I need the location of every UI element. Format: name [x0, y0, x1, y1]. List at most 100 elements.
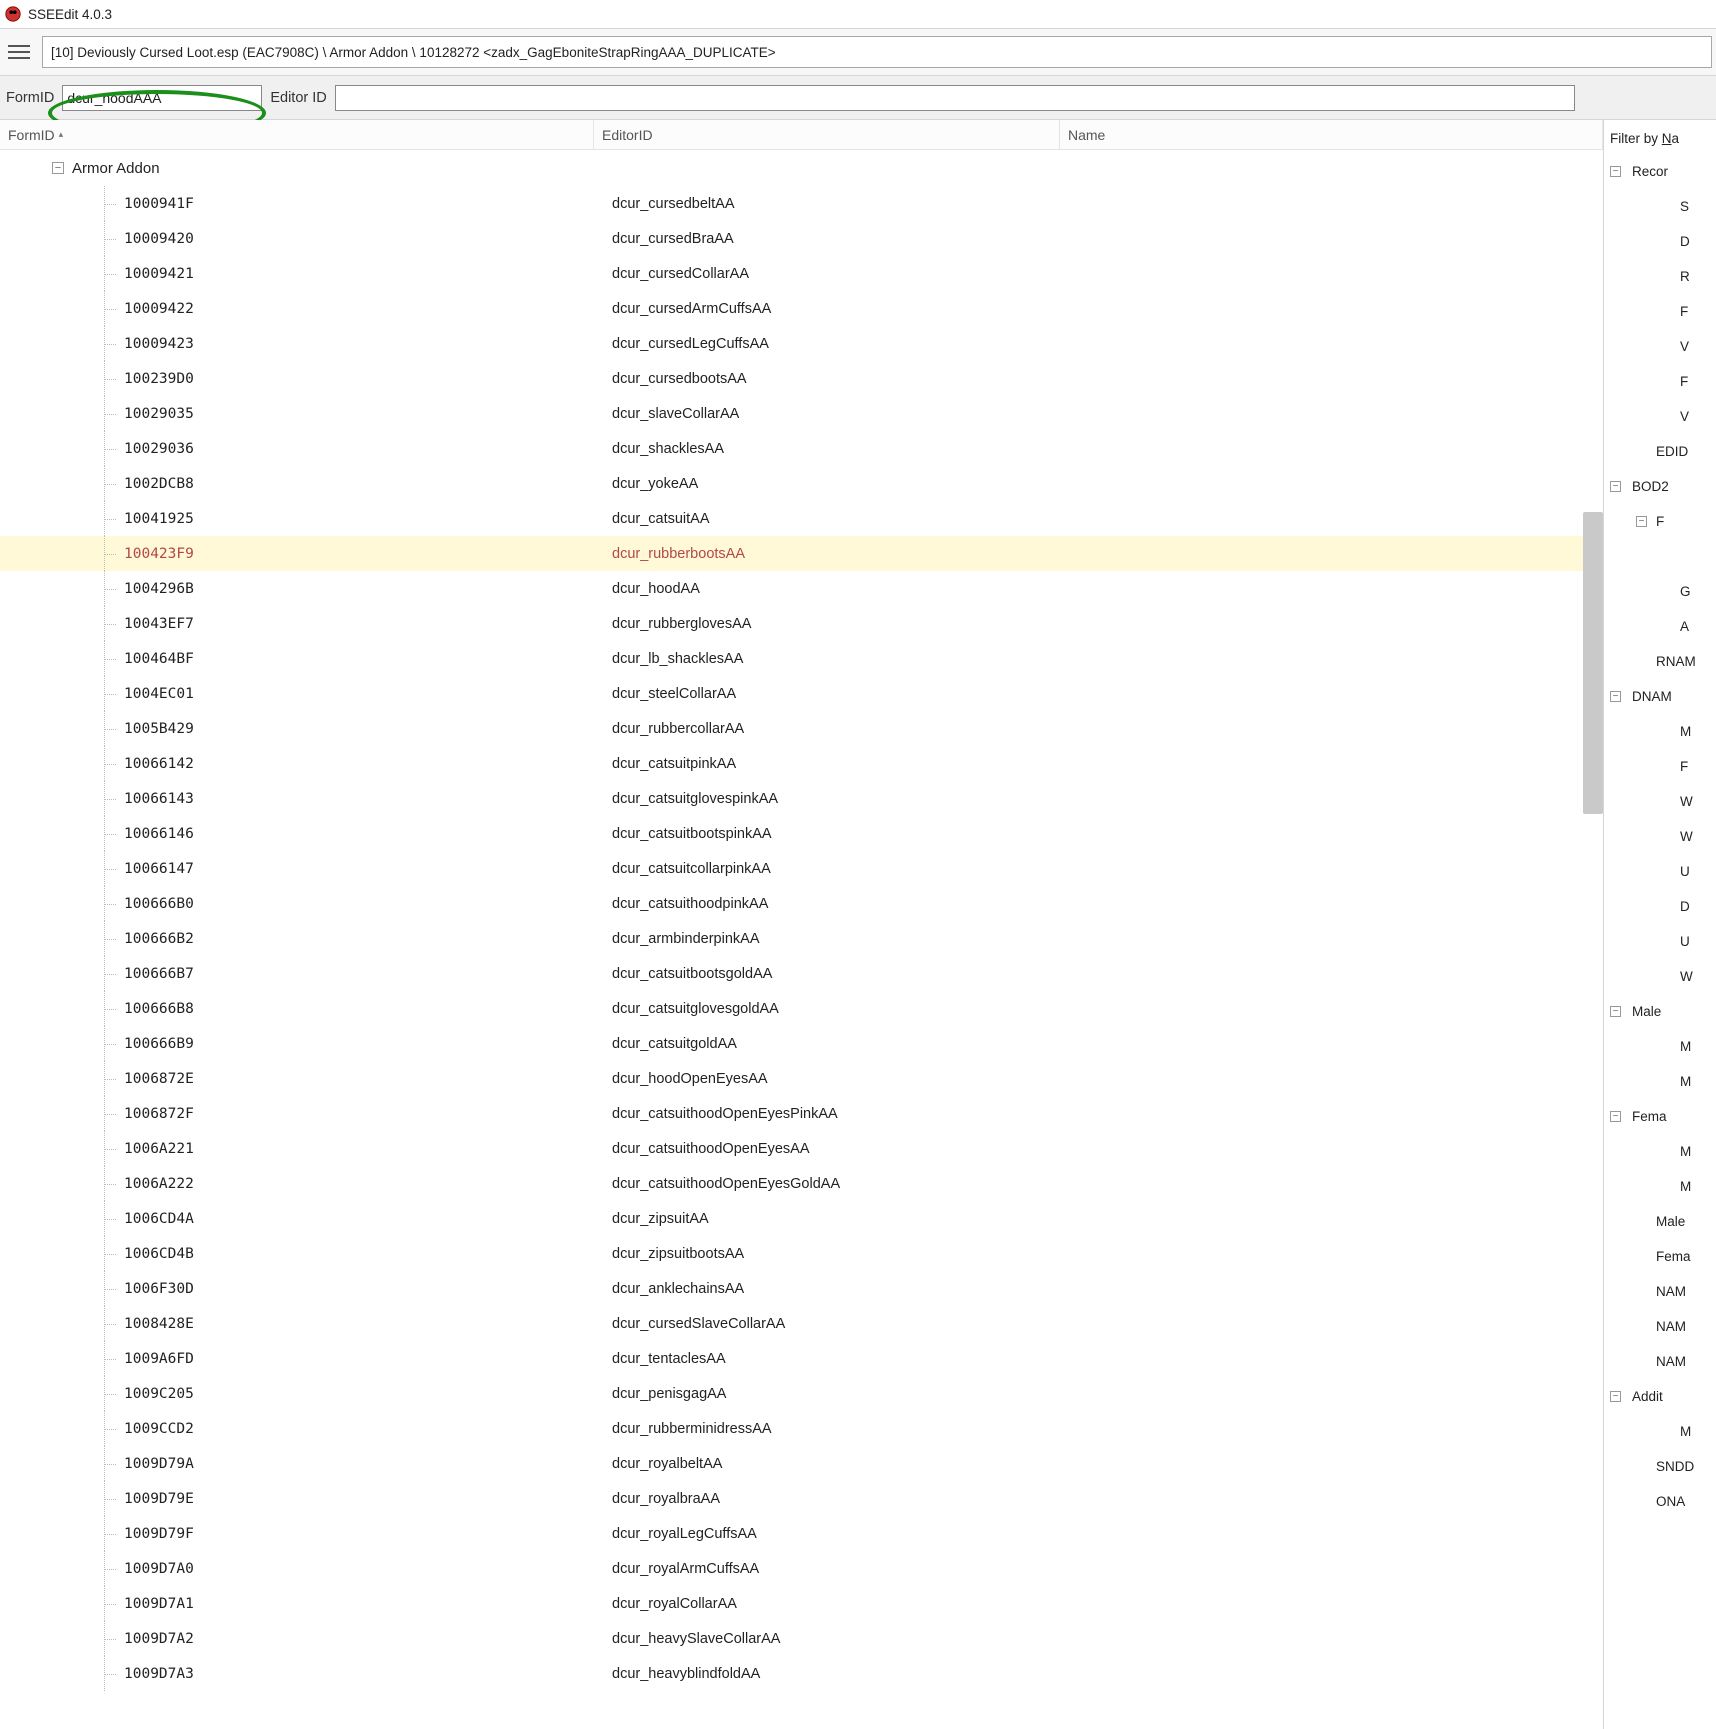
- record-row[interactable]: 100666B8dcur_catsuitglovesgoldAA: [0, 991, 1603, 1026]
- detail-node[interactable]: W: [1610, 959, 1716, 994]
- collapse-icon[interactable]: −: [1610, 1006, 1621, 1017]
- detail-node[interactable]: EDID: [1610, 434, 1716, 469]
- detail-node[interactable]: NAM: [1610, 1274, 1716, 1309]
- record-row[interactable]: 1006F30Ddcur_anklechainsAA: [0, 1271, 1603, 1306]
- record-row[interactable]: 100666B2dcur_armbinderpinkAA: [0, 921, 1603, 956]
- detail-node[interactable]: W: [1610, 784, 1716, 819]
- detail-node[interactable]: U: [1610, 854, 1716, 889]
- record-row[interactable]: 1006A222dcur_catsuithoodOpenEyesGoldAA: [0, 1166, 1603, 1201]
- detail-node[interactable]: Fema: [1610, 1239, 1716, 1274]
- detail-node[interactable]: A: [1610, 609, 1716, 644]
- detail-node[interactable]: W: [1610, 819, 1716, 854]
- detail-node[interactable]: D: [1610, 224, 1716, 259]
- record-row[interactable]: 1008428Edcur_cursedSlaveCollarAA: [0, 1306, 1603, 1341]
- record-row[interactable]: 1009D7A2dcur_heavySlaveCollarAA: [0, 1621, 1603, 1656]
- detail-node[interactable]: S: [1610, 189, 1716, 224]
- record-row[interactable]: 1009D7A0dcur_royalArmCuffsAA: [0, 1551, 1603, 1586]
- detail-node[interactable]: M: [1610, 1029, 1716, 1064]
- menu-button[interactable]: [4, 38, 34, 66]
- collapse-icon[interactable]: −: [1636, 516, 1647, 527]
- record-row[interactable]: 1006A221dcur_catsuithoodOpenEyesAA: [0, 1131, 1603, 1166]
- collapse-icon[interactable]: −: [1610, 481, 1621, 492]
- record-row[interactable]: 10043EF7dcur_rubberglovesAA: [0, 606, 1603, 641]
- scrollbar-thumb[interactable]: [1583, 512, 1603, 814]
- collapse-icon[interactable]: −: [52, 162, 64, 174]
- record-row[interactable]: 1009A6FDdcur_tentaclesAA: [0, 1341, 1603, 1376]
- record-row[interactable]: 100423F9dcur_rubberbootsAA: [0, 536, 1603, 571]
- record-row[interactable]: 10029036dcur_shacklesAA: [0, 431, 1603, 466]
- record-row[interactable]: 100239D0dcur_cursedbootsAA: [0, 361, 1603, 396]
- breadcrumb-path[interactable]: [10] Deviously Cursed Loot.esp (EAC7908C…: [42, 36, 1712, 68]
- record-row[interactable]: 10009421dcur_cursedCollarAA: [0, 256, 1603, 291]
- record-row[interactable]: 1009D7A1dcur_royalCollarAA: [0, 1586, 1603, 1621]
- record-row[interactable]: 1006CD4Bdcur_zipsuitbootsAA: [0, 1236, 1603, 1271]
- record-row[interactable]: 1006872Fdcur_catsuithoodOpenEyesPinkAA: [0, 1096, 1603, 1131]
- detail-node[interactable]: −DNAM: [1610, 679, 1716, 714]
- detail-node[interactable]: V: [1610, 329, 1716, 364]
- record-row[interactable]: 10009422dcur_cursedArmCuffsAA: [0, 291, 1603, 326]
- detail-node[interactable]: ONA: [1610, 1484, 1716, 1519]
- detail-node[interactable]: M: [1610, 1064, 1716, 1099]
- record-row[interactable]: 1004296Bdcur_hoodAA: [0, 571, 1603, 606]
- group-row[interactable]: − Armor Addon: [0, 150, 1603, 186]
- record-tree[interactable]: − Armor Addon 1000941Fdcur_cursedbeltAA1…: [0, 150, 1603, 1729]
- col-formid[interactable]: FormID: [0, 120, 594, 149]
- detail-node[interactable]: R: [1610, 259, 1716, 294]
- collapse-icon[interactable]: −: [1610, 1391, 1621, 1402]
- detail-node[interactable]: D: [1610, 889, 1716, 924]
- detail-node[interactable]: F: [1610, 364, 1716, 399]
- detail-node[interactable]: RNAM: [1610, 644, 1716, 679]
- record-row[interactable]: 1009D79Adcur_royalbeltAA: [0, 1446, 1603, 1481]
- record-row[interactable]: 1004EC01dcur_steelCollarAA: [0, 676, 1603, 711]
- detail-node[interactable]: M: [1610, 1134, 1716, 1169]
- record-row[interactable]: 1006872Edcur_hoodOpenEyesAA: [0, 1061, 1603, 1096]
- detail-node[interactable]: M: [1610, 1169, 1716, 1204]
- record-row[interactable]: 10066146dcur_catsuitbootspinkAA: [0, 816, 1603, 851]
- record-row[interactable]: 10066142dcur_catsuitpinkAA: [0, 746, 1603, 781]
- record-row[interactable]: 1009C205dcur_penisgagAA: [0, 1376, 1603, 1411]
- record-row[interactable]: 100666B7dcur_catsuitbootsgoldAA: [0, 956, 1603, 991]
- detail-node[interactable]: −BOD2: [1610, 469, 1716, 504]
- detail-node[interactable]: G: [1610, 574, 1716, 609]
- collapse-icon[interactable]: −: [1610, 166, 1621, 177]
- collapse-icon[interactable]: −: [1610, 691, 1621, 702]
- formid-input[interactable]: [62, 85, 262, 111]
- detail-node[interactable]: [1610, 539, 1716, 574]
- record-row[interactable]: 1002DCB8dcur_yokeAA: [0, 466, 1603, 501]
- detail-node[interactable]: F: [1610, 294, 1716, 329]
- record-row[interactable]: 1006CD4Adcur_zipsuitAA: [0, 1201, 1603, 1236]
- detail-node[interactable]: Male: [1610, 1204, 1716, 1239]
- record-row[interactable]: 100666B9dcur_catsuitgoldAA: [0, 1026, 1603, 1061]
- record-row[interactable]: 1005B429dcur_rubbercollarAA: [0, 711, 1603, 746]
- detail-node[interactable]: −F: [1610, 504, 1716, 539]
- detail-node[interactable]: −Male: [1610, 994, 1716, 1029]
- record-row[interactable]: 10029035dcur_slaveCollarAA: [0, 396, 1603, 431]
- detail-node[interactable]: −Fema: [1610, 1099, 1716, 1134]
- detail-node[interactable]: NAM: [1610, 1309, 1716, 1344]
- detail-node[interactable]: NAM: [1610, 1344, 1716, 1379]
- record-row[interactable]: 1009D7A3dcur_heavyblindfoldAA: [0, 1656, 1603, 1691]
- record-row[interactable]: 100666B0dcur_catsuithoodpinkAA: [0, 886, 1603, 921]
- record-row[interactable]: 10066143dcur_catsuitglovespinkAA: [0, 781, 1603, 816]
- record-row[interactable]: 1009D79Fdcur_royalLegCuffsAA: [0, 1516, 1603, 1551]
- detail-node[interactable]: U: [1610, 924, 1716, 959]
- col-name[interactable]: Name: [1060, 120, 1603, 149]
- detail-node[interactable]: −Addit: [1610, 1379, 1716, 1414]
- record-row[interactable]: 10009420dcur_cursedBraAA: [0, 221, 1603, 256]
- detail-node[interactable]: V: [1610, 399, 1716, 434]
- record-row[interactable]: 1009CCD2dcur_rubberminidressAA: [0, 1411, 1603, 1446]
- record-row[interactable]: 10066147dcur_catsuitcollarpinkAA: [0, 851, 1603, 886]
- collapse-icon[interactable]: −: [1610, 1111, 1621, 1122]
- record-row[interactable]: 100464BFdcur_lb_shacklesAA: [0, 641, 1603, 676]
- detail-node[interactable]: M: [1610, 1414, 1716, 1449]
- record-row[interactable]: 1000941Fdcur_cursedbeltAA: [0, 186, 1603, 221]
- record-row[interactable]: 10009423dcur_cursedLegCuffsAA: [0, 326, 1603, 361]
- record-row[interactable]: 10041925dcur_catsuitAA: [0, 501, 1603, 536]
- editorid-input[interactable]: [335, 85, 1575, 111]
- detail-node[interactable]: −Recor: [1610, 154, 1716, 189]
- col-editorid[interactable]: EditorID: [594, 120, 1060, 149]
- detail-node[interactable]: SNDD: [1610, 1449, 1716, 1484]
- detail-node[interactable]: F: [1610, 749, 1716, 784]
- record-row[interactable]: 1009D79Edcur_royalbraAA: [0, 1481, 1603, 1516]
- detail-node[interactable]: M: [1610, 714, 1716, 749]
